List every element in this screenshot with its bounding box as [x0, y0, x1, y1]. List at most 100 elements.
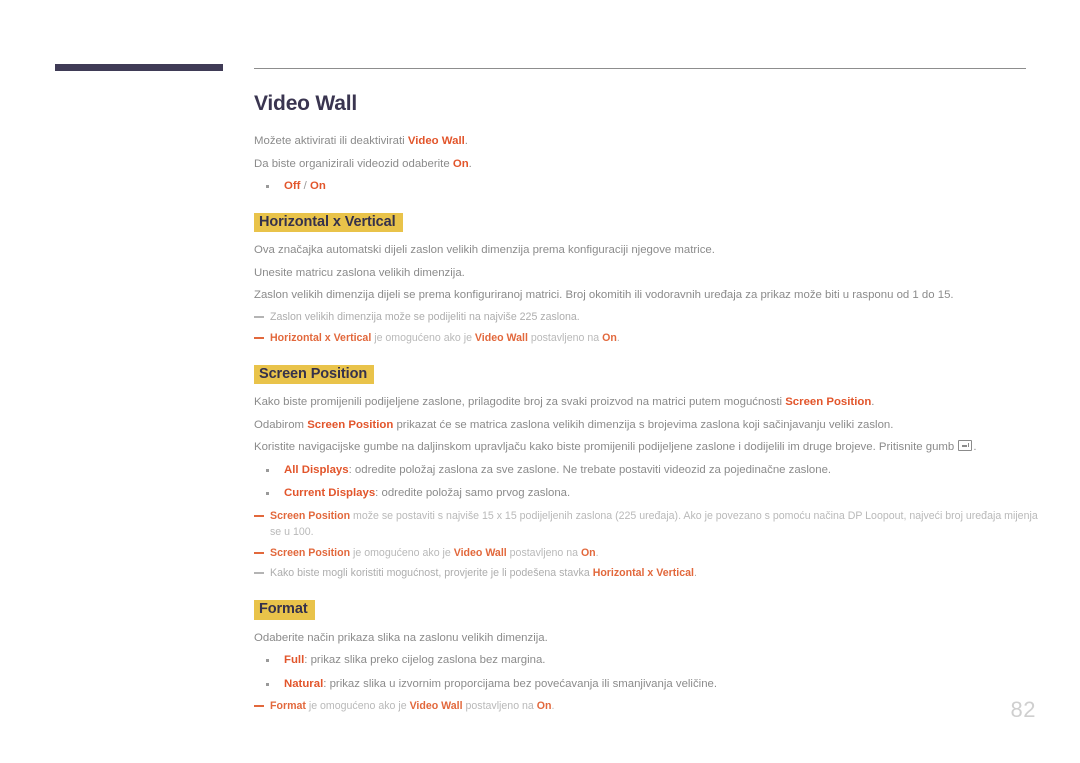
section-heading: Format	[254, 600, 315, 620]
intro-line-1-post: .	[464, 135, 468, 148]
list-item: Natural: prikaz slika u izvornim proporc…	[254, 676, 1044, 693]
bullet-part-1: : odredite položaj samo prvog zaslona.	[375, 487, 571, 500]
document-section: Screen Position Kako biste promijenili po…	[254, 364, 1044, 583]
note-part-4: On	[580, 546, 596, 559]
section-bullet-list: All Displays: odredite položaj zaslona z…	[254, 462, 1044, 502]
note-dash-icon	[254, 572, 264, 575]
list-item: Off / On	[254, 178, 1044, 195]
intro-line-1-pre: Možete aktivirati ili deaktivirati	[254, 135, 408, 148]
enter-key-icon	[958, 440, 973, 452]
intro-line-2: Da biste organizirali videozid odaberite…	[254, 156, 1044, 173]
note-part-2: Video Wall	[474, 331, 528, 344]
square-bullet-icon	[266, 468, 269, 472]
document-content: Video Wall Možete aktivirati ili deaktiv…	[254, 92, 1044, 720]
note-part-0: Kako biste mogli koristiti mogućnost, pr…	[270, 567, 593, 580]
square-bullet-icon	[266, 492, 269, 496]
note-part-5: .	[616, 331, 620, 344]
note-part-1: je omogućeno ako je	[350, 546, 454, 559]
intro-line-1-emphasis: Video Wall	[407, 135, 465, 148]
document-section: Horizontal x Vertical Ova značajka automa…	[254, 212, 1044, 347]
intro-line-2-post: .	[468, 157, 472, 170]
bullet-part-0: Full	[284, 654, 305, 667]
section-note: Zaslon velikih dimenzija može se podijel…	[254, 310, 1044, 326]
section-heading: Screen Position	[254, 364, 375, 385]
square-bullet-icon	[266, 185, 269, 189]
note-part-1: može se postaviti s najviše 15 x 15 podi…	[270, 509, 1038, 538]
square-bullet-icon	[266, 659, 269, 663]
note-part-4: On	[536, 700, 552, 713]
section-heading-wrapper: Screen Position	[254, 364, 1044, 385]
note-dash-icon	[254, 315, 264, 318]
note-part-0: Screen Position	[270, 546, 351, 559]
note-part-0: Screen Position	[270, 509, 351, 522]
bullet-part-0: All Displays	[284, 463, 349, 476]
paragraph-part-0: Kako biste promijenili podijeljene zaslo…	[254, 396, 786, 409]
note-part-2: Video Wall	[453, 546, 507, 559]
paragraph-part-2: prikazat će se matrica zaslona velikih d…	[393, 418, 894, 431]
document-section: Format Odaberite način prikaza slika na z…	[254, 600, 1044, 715]
paragraph-part-1: Screen Position	[307, 418, 394, 431]
sections-container: Horizontal x Vertical Ova značajka automa…	[254, 212, 1044, 716]
note-part-4: On	[602, 331, 617, 344]
note-part-0: Horizontal x Vertical	[270, 331, 372, 344]
header-divider-rule	[254, 68, 1026, 69]
note-part-2: Video Wall	[409, 700, 463, 713]
paragraph-part-2: .	[973, 441, 977, 454]
note-part-1: je omogućeno ako je	[305, 700, 410, 713]
bullet-part-1: : prikaz slika u izvornim proporcijama b…	[323, 677, 718, 690]
note-part-2: .	[693, 567, 697, 580]
page-title: Video Wall	[254, 92, 358, 115]
paragraph-part-0: Odabirom	[254, 418, 308, 431]
section-paragraph: Zaslon velikih dimenzija dijeli se prema…	[254, 289, 954, 302]
option-separator: /	[300, 180, 310, 193]
intro-options-list: Off / On	[254, 178, 1044, 195]
section-heading-wrapper: Horizontal x Vertical	[254, 212, 1044, 233]
section-note: Screen Position je omogućeno ako je Vide…	[254, 546, 1044, 562]
note-dash-icon	[254, 336, 264, 339]
note-dash-icon	[254, 551, 264, 554]
section-note: Screen Position može se postaviti s najv…	[254, 509, 1044, 541]
note-part-1: Horizontal x Vertical	[592, 567, 694, 580]
section-note: Format je omogućeno ako je Video Wall po…	[254, 699, 1044, 715]
intro-line-2-emphasis: On	[452, 157, 469, 170]
intro-line-2-pre: Da biste organizirali videozid odaberite	[254, 157, 453, 170]
paragraph-part-0: Koristite navigacijske gumbe na daljinsk…	[254, 441, 958, 454]
note-part-3: postavljeno na	[462, 700, 537, 713]
bullet-part-1: : prikaz slika preko cijelog zaslona bez…	[304, 654, 546, 667]
bullet-part-1: : odredite položaj zaslona za sve zaslon…	[348, 463, 832, 476]
intro-line-1: Možete aktivirati ili deaktivirati Video…	[254, 133, 1044, 150]
section-paragraph: Kako biste promijenili podijeljene zaslo…	[254, 394, 1044, 411]
list-item: Full: prikaz slika preko cijelog zaslona…	[254, 652, 1044, 669]
section-note: Kako biste mogli koristiti mogućnost, pr…	[254, 566, 1044, 582]
intro-block: Možete aktivirati ili deaktivirati Video…	[254, 133, 1044, 195]
section-bullet-list: Full: prikaz slika preko cijelog zaslona…	[254, 652, 1044, 692]
note-dash-icon	[254, 705, 264, 708]
note-part-1: je omogućeno ako je	[371, 331, 475, 344]
note-part-5: .	[595, 546, 599, 559]
note-part-0: Zaslon velikih dimenzija može se podijel…	[270, 310, 580, 323]
section-paragraph: Koristite navigacijske gumbe na daljinsk…	[254, 439, 1044, 456]
paragraph-part-1: Screen Position	[785, 396, 872, 409]
option-on-label: On	[309, 180, 326, 193]
list-item: All Displays: odredite položaj zaslona z…	[254, 462, 1044, 479]
note-dash-icon	[254, 514, 264, 517]
section-note: Horizontal x Vertical je omogućeno ako j…	[254, 331, 1044, 347]
page-number: 82	[1010, 697, 1036, 722]
section-heading: Horizontal x Vertical	[254, 212, 403, 233]
note-part-3: postavljeno na	[527, 331, 603, 344]
section-paragraph: Unesite matricu zaslona velikih dimenzij…	[254, 266, 465, 279]
bullet-part-0: Natural	[284, 677, 324, 690]
note-part-0: Format	[270, 700, 306, 713]
section-paragraph: Odabirom Screen Position prikazat će se …	[254, 417, 1044, 434]
note-part-5: .	[551, 700, 555, 713]
note-part-3: postavljeno na	[506, 546, 581, 559]
paragraph-part-2: .	[871, 396, 875, 409]
option-off-label: Off	[284, 180, 301, 193]
list-item: Current Displays: odredite položaj samo …	[254, 485, 1044, 502]
section-paragraph: Ova značajka automatski dijeli zaslon ve…	[254, 244, 715, 257]
section-heading-wrapper: Format	[254, 600, 1044, 620]
header-accent-bar	[55, 64, 223, 71]
square-bullet-icon	[266, 682, 269, 686]
bullet-part-0: Current Displays	[284, 487, 376, 500]
document-page: Video Wall Možete aktivirati ili deaktiv…	[0, 0, 1080, 763]
